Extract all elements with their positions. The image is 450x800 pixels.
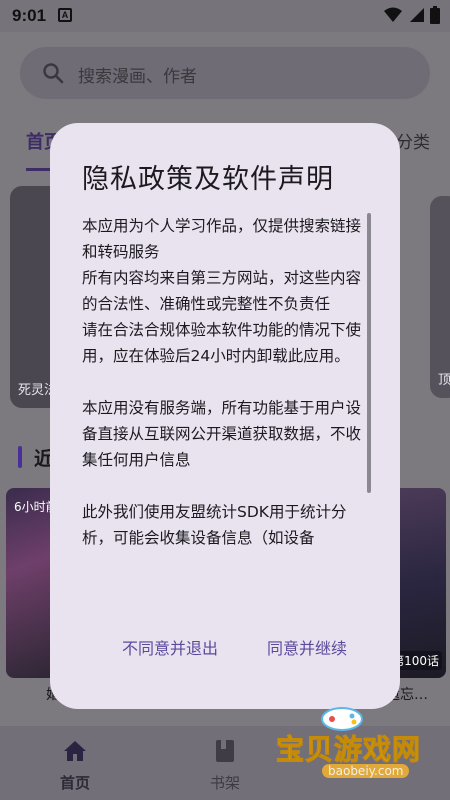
section-accent-bar [18, 446, 22, 468]
accept-continue-button[interactable]: 同意并继续 [267, 635, 347, 659]
tab-category[interactable]: 分类 [396, 128, 430, 153]
notification-a-icon: A [58, 8, 72, 22]
dialog-paragraph: 此外我们使用友盟统计SDK用于统计分析，可能会收集设备信息（如设备 [82, 503, 347, 547]
watermark-text: 宝贝游戏网 [275, 733, 422, 767]
nav-bookshelf[interactable]: 书架 [194, 736, 256, 793]
home-icon [64, 741, 86, 761]
carousel-card-right[interactable]: 顶 [430, 196, 450, 398]
battery-icon [430, 6, 440, 24]
nav-shelf-pill [194, 736, 256, 766]
dialog-title: 隐私政策及软件声明 [82, 164, 334, 195]
search-bar[interactable]: 搜索漫画、作者 [20, 47, 430, 99]
status-icons [384, 6, 440, 24]
dialog-paragraph: 所有内容均来自第三方网站，对这些内容的合法性、准确性或完整性不负责任 [82, 269, 362, 313]
decline-exit-button[interactable]: 不同意并退出 [122, 635, 218, 659]
status-bar: 9:01 A [0, 0, 450, 32]
dialog-paragraph: 请在合法合规体验本软件功能的情况下使用，应在体验后24小时内卸载此应用。 [82, 321, 362, 365]
search-icon [43, 63, 64, 84]
dialog-scrollbar[interactable] [367, 213, 371, 493]
dialog-paragraph: 本应用为个人学习作品，仅提供搜索链接和转码服务 [82, 217, 362, 261]
book-icon [216, 740, 234, 762]
dialog-body[interactable]: 本应用为个人学习作品，仅提供搜索链接和转码服务 所有内容均来自第三方网站，对这些… [82, 213, 372, 595]
search-placeholder: 搜索漫画、作者 [78, 67, 197, 87]
signal-icon [410, 8, 424, 22]
status-time: 9:01 [12, 6, 47, 25]
nav-shelf-label: 书架 [209, 774, 240, 792]
wifi-icon [384, 7, 402, 22]
watermark-domain: baobeiy.com [322, 764, 410, 778]
carousel-caption-right: 顶 [438, 373, 450, 388]
dialog-paragraph: 本应用没有服务端，所有功能基于用户设备直接从互联网公开渠道获取数据，不收集任何用… [82, 399, 362, 469]
site-watermark: 宝贝游戏网 baobeiy.com [272, 706, 422, 782]
nav-home[interactable]: 首页 [44, 736, 106, 793]
nav-home-pill [44, 736, 106, 766]
privacy-dialog: 隐私政策及软件声明 本应用为个人学习作品，仅提供搜索链接和转码服务 所有内容均来… [50, 123, 400, 709]
nav-home-label: 首页 [59, 774, 90, 792]
